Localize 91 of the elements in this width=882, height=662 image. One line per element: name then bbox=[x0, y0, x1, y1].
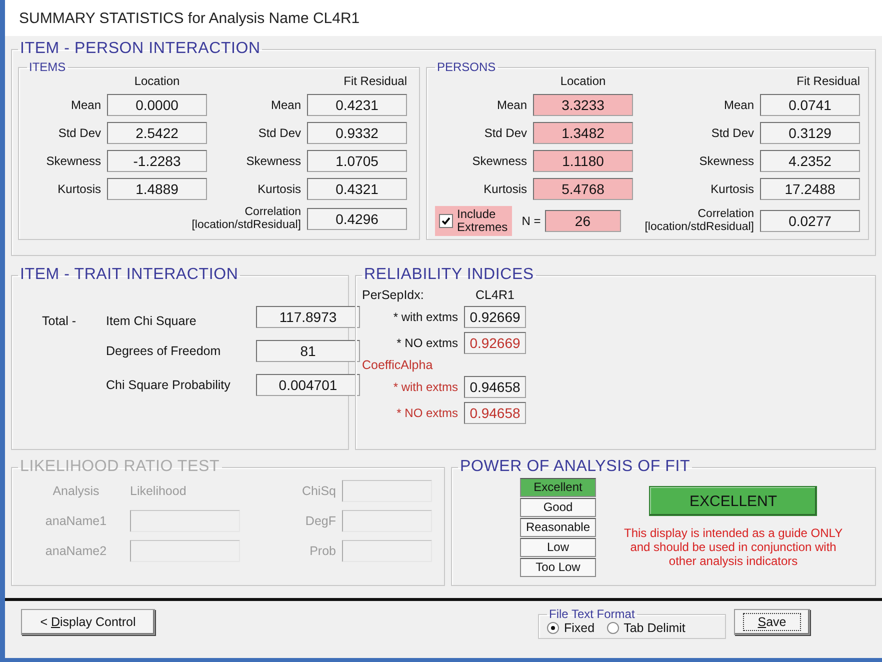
stat-label: Std Dev bbox=[710, 126, 754, 140]
fit-level: Too Low bbox=[520, 558, 596, 577]
display-control-button[interactable]: < Display Control bbox=[21, 609, 155, 635]
value-field: 0.0741 bbox=[760, 94, 860, 116]
column-header: CL4R1 bbox=[476, 288, 514, 302]
group-title: ITEMS bbox=[28, 60, 67, 74]
group-title: POWER OF ANALYSIS OF FIT bbox=[459, 458, 692, 476]
group-title: LIKELIHOOD RATIO TEST bbox=[19, 458, 221, 476]
column-header: Location bbox=[133, 74, 181, 88]
value-field: 4.2352 bbox=[760, 150, 860, 172]
group-title: RELIABILITY INDICES bbox=[363, 266, 535, 284]
stat-label: Item Chi Square bbox=[106, 314, 198, 328]
group-title: PERSONS bbox=[436, 60, 497, 74]
stat-label: Mean bbox=[270, 98, 301, 112]
value-field: 5.4768 bbox=[533, 178, 633, 200]
count-label: N = bbox=[522, 214, 541, 228]
value-field: 0.4231 bbox=[307, 94, 407, 116]
stat-label: Kurtosis bbox=[56, 182, 101, 196]
radio-button[interactable] bbox=[547, 622, 559, 634]
value-field: 0.92669 bbox=[464, 306, 526, 328]
window-title: SUMMARY STATISTICS for Analysis Name CL4R1 bbox=[19, 10, 360, 26]
save-button[interactable]: Save bbox=[734, 609, 810, 635]
count-field: 26 bbox=[544, 210, 621, 232]
value-field: 1.0705 bbox=[307, 150, 407, 172]
stat-label: Kurtosis bbox=[256, 182, 301, 196]
value-field: -1.2283 bbox=[107, 150, 207, 172]
checkbox[interactable] bbox=[439, 214, 453, 228]
stat-label: Skewness bbox=[698, 154, 754, 168]
radio-label[interactable]: Fixed bbox=[564, 621, 595, 635]
value-field: 1.4889 bbox=[107, 178, 207, 200]
stat-label: Kurtosis bbox=[482, 182, 527, 196]
stat-label: Kurtosis bbox=[710, 182, 754, 196]
analysis-name: anaName1 bbox=[44, 514, 108, 528]
fit-level: Good bbox=[520, 498, 596, 517]
stat-label: Skewness bbox=[471, 154, 527, 168]
column-header: Analysis bbox=[52, 484, 100, 498]
checkbox-label: Include Extremes bbox=[457, 208, 508, 234]
stat-label: Mean bbox=[496, 98, 527, 112]
radio-label[interactable]: Tab Delimit bbox=[624, 621, 686, 635]
index-label: * with extms bbox=[392, 380, 458, 394]
value-field: 0.004701 bbox=[256, 374, 360, 396]
stat-label: Chi Square Probability bbox=[106, 378, 232, 392]
column-header: Fit Residual bbox=[342, 74, 407, 88]
stat-label: Mean bbox=[70, 98, 101, 112]
correlation-label: Correlation [location/stdResidual] bbox=[644, 208, 754, 234]
value-field: 0.92669 bbox=[464, 332, 526, 354]
value-field: 17.2488 bbox=[760, 178, 860, 200]
row-prefix: Total - bbox=[42, 314, 76, 328]
value-field: 2.5422 bbox=[107, 122, 207, 144]
value-field: 0.94658 bbox=[464, 402, 526, 424]
column-header: Location bbox=[559, 74, 607, 88]
fit-level: Low bbox=[520, 538, 596, 557]
index-label: * NO extms bbox=[396, 406, 458, 420]
fit-level: Excellent bbox=[520, 478, 596, 497]
column-header: Fit Residual bbox=[796, 74, 860, 88]
index-label: * NO extms bbox=[396, 336, 458, 350]
index-heading: PerSepIdx: bbox=[362, 288, 425, 302]
group-title: File Text Format bbox=[548, 607, 636, 621]
analysis-name: anaName2 bbox=[44, 544, 108, 558]
value-field: 0.0000 bbox=[107, 94, 207, 116]
fit-level: Reasonable bbox=[520, 518, 596, 537]
value-field: 3.3233 bbox=[533, 94, 633, 116]
stat-label: DegF bbox=[304, 514, 336, 528]
stat-label: Skewness bbox=[245, 154, 301, 168]
value-field: 0.4296 bbox=[307, 208, 407, 230]
value-field: 0.94658 bbox=[464, 376, 526, 398]
result-badge: EXCELLENT bbox=[649, 486, 818, 516]
value-field: 0.0277 bbox=[760, 210, 860, 232]
guide-note: This display is intended as a guide ONLY and should be used in conjunction with other analysis indicators bbox=[624, 526, 843, 568]
correlation-label: Correlation [location/stdResidual] bbox=[190, 206, 301, 232]
group-title: ITEM - PERSON INTERACTION bbox=[19, 40, 262, 58]
index-label: * with extms bbox=[392, 310, 458, 324]
index-heading: CoefficAlpha bbox=[362, 358, 434, 372]
column-header: Likelihood bbox=[130, 484, 188, 498]
stat-label: Std Dev bbox=[257, 126, 301, 140]
value-field: 1.3482 bbox=[533, 122, 633, 144]
value-field: 0.9332 bbox=[307, 122, 407, 144]
stat-label: Mean bbox=[722, 98, 754, 112]
stat-label: Std Dev bbox=[483, 126, 527, 140]
stat-label: Degrees of Freedom bbox=[106, 344, 222, 358]
value-field: 0.3129 bbox=[760, 122, 860, 144]
value-field: 81 bbox=[256, 340, 360, 362]
value-field: 117.8973 bbox=[256, 306, 360, 328]
stat-label: Std Dev bbox=[57, 126, 101, 140]
stat-label: Skewness bbox=[45, 154, 101, 168]
value-field: 1.1180 bbox=[533, 150, 633, 172]
stat-label: Prob bbox=[308, 544, 336, 558]
value-field: 0.4321 bbox=[307, 178, 407, 200]
radio-button[interactable] bbox=[606, 622, 619, 634]
group-title: ITEM - TRAIT INTERACTION bbox=[19, 266, 240, 284]
stat-label: ChiSq bbox=[300, 484, 336, 498]
